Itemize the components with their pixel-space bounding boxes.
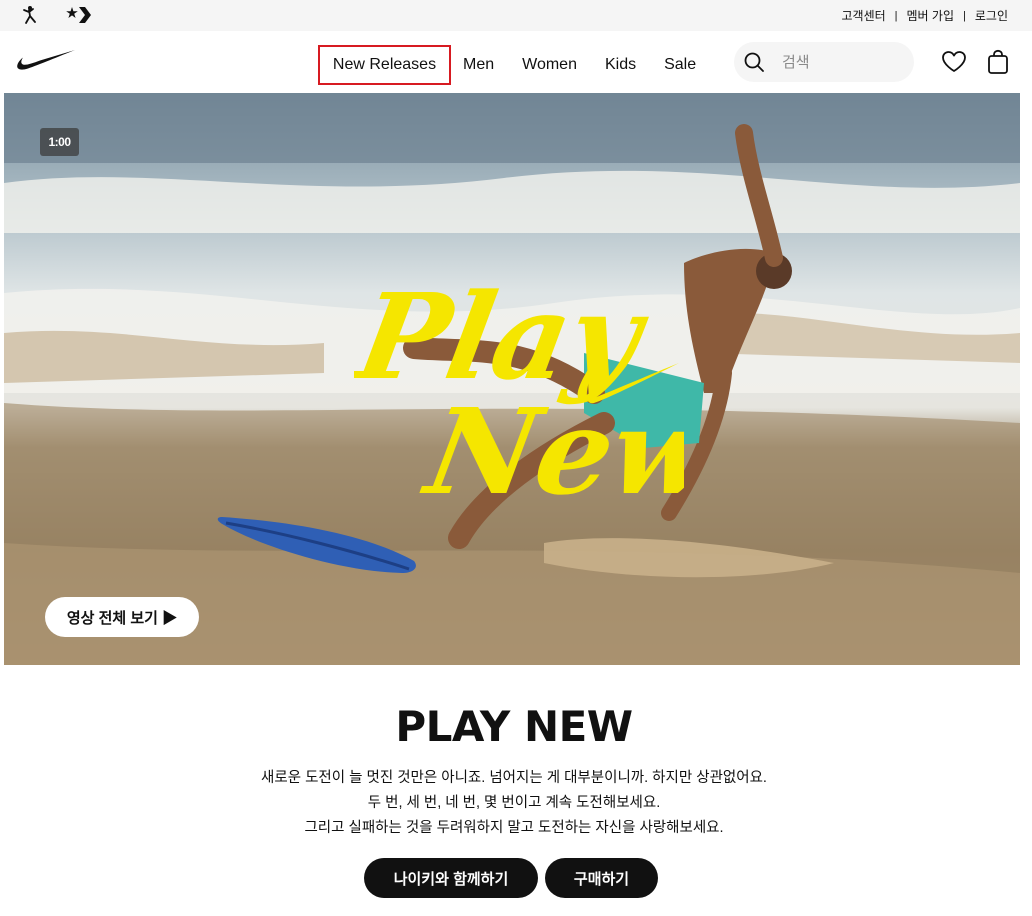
shopping-bag-icon[interactable] bbox=[986, 49, 1010, 75]
hero-banner[interactable]: 1:00 Play New 영상 전체 보기 ▶ bbox=[4, 93, 1020, 665]
jordan-jumpman-icon[interactable] bbox=[18, 4, 40, 26]
watch-full-video-button[interactable]: 영상 전체 보기 ▶ bbox=[45, 597, 199, 637]
video-timer: 1:00 bbox=[40, 128, 79, 156]
description-line: 새로운 도전이 늘 멋진 것만은 아니죠. 넘어지는 게 대부분이니까. 하지만… bbox=[261, 770, 767, 786]
nav-item-kids[interactable]: Kids bbox=[605, 56, 636, 74]
utility-bar: 고객센터 | 멤버 가입 | 로그인 bbox=[0, 0, 1032, 31]
join-membership-link[interactable]: 멤버 가입 bbox=[907, 7, 955, 24]
nav-item-women[interactable]: Women bbox=[522, 56, 577, 74]
search-input[interactable] bbox=[782, 53, 902, 71]
login-link[interactable]: 로그인 bbox=[975, 7, 1008, 24]
converse-star-chevron-icon[interactable] bbox=[66, 4, 91, 26]
description-line: 두 번, 세 번, 네 번, 몇 번이고 계속 도전해보세요. bbox=[367, 795, 661, 811]
search-box[interactable] bbox=[734, 42, 914, 82]
main-nav: New Releases Men Women Kids Sale bbox=[0, 31, 1032, 92]
nav-item-new-releases[interactable]: New Releases bbox=[318, 45, 451, 85]
logo-line-new: New bbox=[414, 383, 684, 508]
buy-button[interactable]: 구매하기 bbox=[545, 858, 658, 898]
headline: PLAY NEW bbox=[395, 702, 633, 751]
search-icon[interactable] bbox=[742, 50, 766, 74]
nav-item-men[interactable]: Men bbox=[463, 56, 494, 74]
nav-item-sale[interactable]: Sale bbox=[664, 56, 696, 74]
brand-icons bbox=[18, 4, 91, 26]
heart-icon[interactable] bbox=[941, 50, 967, 74]
nav-links: New Releases Men Women Kids Sale bbox=[318, 45, 696, 85]
separator: | bbox=[963, 9, 966, 22]
description-line: 그리고 실패하는 것을 두려워하지 말고 도전하는 자신을 사랑해보세요. bbox=[304, 820, 724, 836]
nike-swoosh-icon[interactable] bbox=[16, 49, 76, 73]
join-nike-button[interactable]: 나이키와 함께하기 bbox=[364, 858, 538, 898]
customer-service-link[interactable]: 고객센터 bbox=[841, 7, 885, 24]
separator: | bbox=[894, 9, 898, 22]
utility-links: 고객센터 | 멤버 가입 | 로그인 bbox=[841, 7, 1008, 24]
play-new-logo: Play New bbox=[354, 268, 684, 508]
